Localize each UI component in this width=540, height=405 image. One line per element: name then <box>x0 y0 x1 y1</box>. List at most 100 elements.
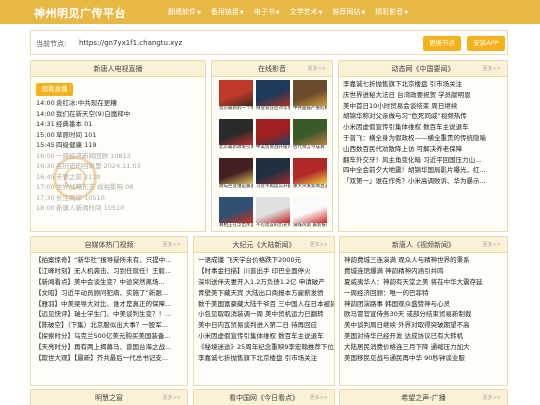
news-item[interactable]: 一语成谶 飞天学台价格跌下2000元 <box>198 255 334 266</box>
dajiyuan-news-panel: 大纪元《大陆新闻》 更多>> 一语成谶 飞天学台价格跌下2000元 【时事金扫描】川… <box>193 236 335 386</box>
news-item[interactable]: 《秘境迷途》25周年纪念重映9李宏翰推荐下位 <box>198 342 334 353</box>
install-app-button[interactable]: 安装APP <box>467 36 505 51</box>
video-thumb[interactable]: 真相正在浮出水面 <box>219 197 253 231</box>
schedule-row[interactable]: 16:45天要之前 2119 <box>36 172 141 183</box>
news-item[interactable]: 【时事金扫描】川普出手 印巴全面停火 <box>198 266 334 277</box>
news-item[interactable]: 胡锦华称对父亲做与习“危死同威”视频热传 <box>343 111 486 122</box>
more-link[interactable]: 更多>> <box>163 390 181 405</box>
news-item[interactable]: 一周经济回顾：唯一的巴菲特 <box>344 288 483 299</box>
nav-item-media[interactable]: 精彩影音▼ <box>375 7 408 17</box>
news-item[interactable]: 庆世界进秘大法日 台湾政要祝贺 学员献明恩 <box>343 90 486 101</box>
news-item[interactable]: 【探索时分】乌克兰500亿美元购买美国装备... <box>35 331 171 342</box>
more-link[interactable]: 更多>> <box>310 237 328 253</box>
schedule-row[interactable]: 17:30长江两岸 10510 <box>36 193 141 204</box>
schedule-row[interactable]: 14:00我们在新天空(9)白魔释中 <box>36 109 141 120</box>
schedule-row[interactable]: 16:30在历史的回声里 2024.11.03 <box>36 161 141 172</box>
news-item[interactable]: 山西数百民代劝散降上访 可解决养老保障 <box>343 144 486 155</box>
nav-item-ebooks[interactable]: 电子书▼ <box>254 7 280 17</box>
panel-title: 新唐人《视频新闻》 <box>392 241 455 249</box>
schedule-row[interactable]: 14:31经典番本 01 <box>36 119 141 130</box>
panel-header: 明慧之窗 更多>> <box>31 390 187 405</box>
schedule-row[interactable]: 16:00一周经济新闻回顾 10813 <box>36 151 141 162</box>
video-thumb[interactable]: 满城风雨 最新报道 <box>293 197 327 231</box>
nav-item-backup-links[interactable]: 备用链接▼ <box>211 7 244 17</box>
more-link[interactable]: 更多>> <box>310 390 328 405</box>
more-link[interactable]: 更多>> <box>163 237 181 253</box>
news-item[interactable]: 神韵费城三连演满 观众人与精神世界的秉系 <box>344 255 483 266</box>
nav-item-literature[interactable]: 文学艺术▼ <box>290 7 323 17</box>
video-thumb[interactable]: 古代预言今成真 <box>293 119 327 158</box>
schedule-time: 16:30 <box>36 162 55 170</box>
news-item[interactable]: 美中首日10小时贸易会谈结束 周日继续 <box>343 101 486 112</box>
video-thumbnail-image <box>219 197 253 223</box>
soundofhope-panel: 希望之声-广播 更多>> <box>339 389 508 405</box>
news-item[interactable]: 深圳送伴夫妻开入1.2万负债1.2亿 申请破产 <box>198 277 334 288</box>
news-item[interactable]: 费城连馆爆满 神韵精神内涵引共鸣 <box>344 266 483 277</box>
news-item[interactable]: 李嘉诚七折抛售旗下北京楼盘 引市场关注 <box>198 353 334 364</box>
news-item[interactable]: 神韵团演路事 韩国观众盛赞神与心灵 <box>344 299 483 310</box>
panel-title: 动态网《中国要闻》 <box>391 65 455 73</box>
video-caption: 真相正在浮出水面 <box>219 223 253 228</box>
news-item[interactable]: 数千美国富豪藏大陆千爷百 三中国人在日本被捕 <box>198 299 334 310</box>
news-item[interactable]: 四中全会前夕大地震！胡锦华国局影片曝光，红... <box>343 165 486 176</box>
news-item[interactable]: 【江峰时刻】无人机袭击、习到任就任！王毅... <box>35 266 171 277</box>
news-item[interactable]: 美国对待华已经开发 达成协议已有大转机 <box>344 331 483 342</box>
node-url[interactable]: https://gn7yx1f1.changtu.xyz <box>79 39 182 47</box>
video-thumb[interactable]: 中美贸易战升级内幕 <box>256 119 290 158</box>
news-item[interactable]: 【远见快评】瑞士学生门、中美谈判生变？！... <box>35 309 171 320</box>
schedule-row[interactable]: 14:00袁红冰:中共现在更糟 <box>36 98 141 109</box>
video-thumb[interactable]: 政坛巨变谁是赢家 <box>219 158 253 197</box>
news-item[interactable]: 美中谈判周日继续 外界对取得突破期望不高 <box>344 320 483 331</box>
news-item[interactable]: 【新闻看点】美中会谈生变？中途突然离场... <box>35 277 171 288</box>
news-item[interactable]: 小米因虚假宣传引集体维权 数百车主说退车 <box>198 331 334 342</box>
video-thumbnail-image <box>256 158 290 184</box>
chevron-down-icon: ▼ <box>318 10 323 16</box>
news-item[interactable]: 【陈破空】（下集）北京服似出大事？一股军... <box>35 320 171 331</box>
schedule-time: 14:00 <box>36 109 55 118</box>
news-item[interactable]: 翻车外交牙！风主角变化暗 习近平回国压力山... <box>343 155 486 166</box>
news-item[interactable]: 于普飞：横全身为假政权——横全重责的传统隐喻 <box>343 133 486 144</box>
news-item[interactable]: 李嘉诚七折抛售旗下北京楼盘 引市场关注 <box>343 79 486 90</box>
news-item[interactable]: 【文昭】习近平动员顾问犯病、实施了”新跟... <box>35 288 171 299</box>
video-thumb[interactable]: 重大突发新闻直击 <box>293 158 327 197</box>
schedule-title: 新唐人新闻时间 10510 <box>56 204 125 212</box>
news-item[interactable]: 【拍案惊奇】“新华社”报导疑所未有、只提中... <box>35 255 171 266</box>
news-item[interactable]: 【天亮时分】再有两上揭募马、曾国台海之战... <box>35 342 171 353</box>
video-caption: 中共面临严重危机 <box>293 106 327 111</box>
video-thumb[interactable]: 习近平再度公开露面 <box>256 158 290 197</box>
schedule-row[interactable]: 15:00草原时间 101 <box>36 130 141 141</box>
nav-item-software[interactable]: 翻墙软件▼ <box>168 7 201 17</box>
more-link[interactable]: 更多>> <box>308 61 326 77</box>
news-item[interactable]: 大陆居民消费价格连三月下降 通缩压力加大 <box>344 342 483 353</box>
more-link[interactable]: 更多>> <box>483 61 501 77</box>
news-item[interactable]: 「双第一」谁在作秀？小米高调败诉、华为暴示... <box>343 176 486 187</box>
news-item[interactable]: 小包见取取消装调一周 美中贸机运力已翻转 <box>198 309 334 320</box>
nav-item-recommended[interactable]: 推荐网站▼ <box>332 7 365 17</box>
news-item[interactable]: 欧马冒官宣侍务30天 或部分结束贸易新制裁 <box>344 309 483 320</box>
news-item[interactable]: 青壁美下藏天宾 大陆出口商报本方雇薪发愤 <box>198 288 334 299</box>
switch-node-button[interactable]: 更换节点 <box>423 36 461 51</box>
video-thumb[interactable]: 北京最新政策引关注 <box>219 119 253 158</box>
site-logo[interactable]: 神州明见广传平台 <box>34 5 126 21</box>
schedule-row[interactable]: 17:00世界战略东方 歧视影响 08 <box>36 182 141 193</box>
video-thumb[interactable]: 拜登就任后对华策略 <box>256 80 290 119</box>
watch-live-button[interactable]: 观看直播 <box>36 83 73 96</box>
video-thumb[interactable]: 不可思议的历史揭秘 <box>256 197 290 231</box>
schedule-row[interactable]: 15:45四级健康 119 <box>36 140 141 151</box>
kanzhongguo-panel: 看中国网《今日看点》 更多>> <box>193 389 335 405</box>
news-item[interactable]: 【雅羽】中美梁导大对比、谁才是真正的保障... <box>35 299 171 310</box>
video-caption: 古代预言今成真 <box>293 145 325 150</box>
video-thumb[interactable]: 普京最新的一个举措 <box>219 80 253 119</box>
more-link[interactable]: 更多>> <box>483 390 501 405</box>
more-link[interactable]: 更多>> <box>483 237 501 253</box>
video-thumb[interactable]: 中共面临严重危机 <box>293 80 327 119</box>
news-item[interactable]: 美国移民见战与通民再中华 90秒钟谈业服 <box>344 353 483 364</box>
news-item[interactable]: 美中日内瓦贸易谈判进入第二日 待再回应 <box>198 320 334 331</box>
video-thumbnail-image <box>219 80 253 106</box>
tv-live-panel: 新唐人电视直播 观看直播 14:00袁红冰:中共现在更糟 14:00我们在新天空(… <box>30 60 206 232</box>
news-item[interactable]: 夏威夷华人：神韵有天堂之美 将在中华大震存延 <box>344 277 483 288</box>
schedule-title: 经典番本 01 <box>56 120 93 128</box>
news-item[interactable]: 【欺世大观】【最新】芥共最后一代总书记支... <box>35 353 171 364</box>
news-item[interactable]: 小米因虚假宣传引集体维权 数百车主说退车 <box>343 122 486 133</box>
schedule-row[interactable]: 18:00新唐人新闻时间 10510 <box>36 203 141 214</box>
